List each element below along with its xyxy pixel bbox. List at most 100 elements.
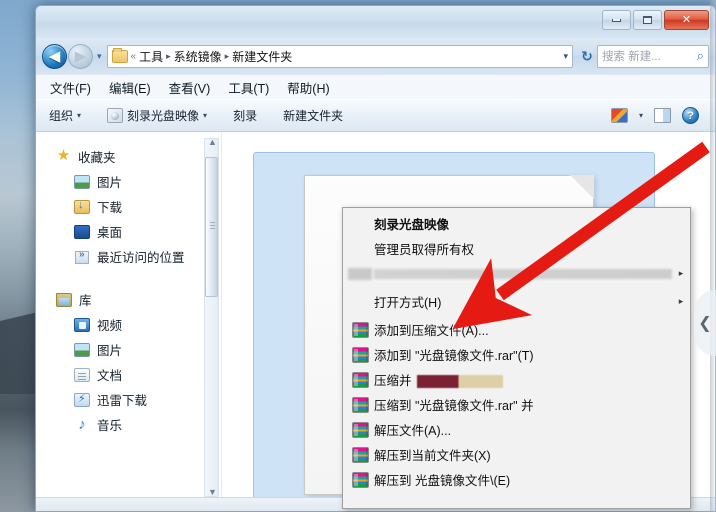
winrar-icon (351, 321, 369, 338)
menu-item-label (374, 268, 672, 279)
change-view-icon[interactable] (610, 108, 628, 123)
menu-item-icon (346, 371, 374, 388)
scroll-up-icon[interactable]: ▲ (207, 138, 218, 147)
chevron-down-icon[interactable]: ▾ (639, 111, 643, 120)
menu-item-edit[interactable]: 编辑(E) (109, 78, 151, 97)
video-icon (74, 317, 90, 332)
page-prev-overlay-button[interactable]: ❮ (694, 290, 716, 356)
menu-item-file[interactable]: 文件(F) (50, 78, 91, 97)
menu-bar: 文件(F) 编辑(E) 查看(V) 工具(T) 帮助(H) (36, 74, 715, 99)
address-row: ◀ ▶ ▾ « 工具 ▸ 系统镜像 ▸ 新建文件夹 ▾ ↻ 搜索 新建... ⌕ (36, 38, 715, 74)
submenu-arrow-icon: ▸ (678, 268, 684, 278)
menu-item-take-ownership[interactable]: 管理员取得所有权 (343, 236, 690, 261)
minimize-icon (612, 18, 621, 22)
sidebar-label-libraries: 库 (79, 294, 92, 308)
breadcrumb-item-2[interactable]: 新建文件夹 (232, 48, 292, 65)
window-right-edge (710, 0, 716, 512)
organize-label: 组织 (49, 109, 74, 123)
menu-item-burn-disc-image[interactable]: 刻录光盘映像 (343, 211, 690, 236)
breadcrumb-item-0[interactable]: 工具 (139, 48, 163, 65)
sidebar-label: 文档 (97, 369, 123, 383)
menu-item-extract-files[interactable]: 解压文件(A)... (343, 417, 690, 442)
sidebar-label: 桌面 (97, 226, 123, 240)
context-menu[interactable]: 刻录光盘映像 管理员取得所有权 ▸ 打开方式(H) ▸ 添加到压缩文件(A)..… (342, 207, 691, 509)
maximize-button[interactable] (633, 10, 662, 30)
thunder-download-icon (74, 392, 90, 407)
menu-item-extract-here[interactable]: 解压到当前文件夹(X) (343, 442, 690, 467)
address-bar[interactable]: « 工具 ▸ 系统镜像 ▸ 新建文件夹 ▾ (106, 44, 573, 68)
search-input[interactable]: 搜索 新建... (602, 48, 661, 64)
sidebar-label: 音乐 (97, 419, 123, 433)
menu-item-label: 解压文件(A)... (374, 424, 452, 438)
sidebar-item-libraries[interactable]: 库 (36, 287, 221, 312)
winrar-icon (351, 446, 369, 463)
burn-disc-image-label: 刻录光盘映像 (127, 109, 200, 123)
desktop-icon (74, 224, 90, 239)
sidebar-label: 最近访问的位置 (97, 251, 185, 265)
sidebar-item-favorites[interactable]: ★ 收藏夹 (36, 144, 221, 169)
menu-item-tools[interactable]: 工具(T) (228, 78, 269, 97)
winrar-icon (351, 471, 369, 488)
title-bar: ✕ (36, 6, 715, 38)
menu-item-icon (346, 396, 374, 413)
sidebar-item-desktop[interactable]: 桌面 (36, 219, 221, 244)
menu-item-view[interactable]: 查看(V) (169, 78, 211, 97)
favorites-group: ★ 收藏夹 图片 下载 桌面 最近访问的位置 (36, 144, 221, 269)
submenu-arrow-icon: ▸ (678, 296, 684, 306)
libraries-group: 库 视频 图片 文档 迅雷下载 (36, 287, 221, 437)
sidebar-item-recent-places[interactable]: 最近访问的位置 (36, 244, 221, 269)
preview-pane-icon[interactable] (654, 108, 671, 123)
back-button[interactable]: ◀ (42, 43, 67, 69)
new-folder-button[interactable]: 新建文件夹 (278, 104, 348, 127)
sidebar-item-downloads[interactable]: 下载 (36, 194, 221, 219)
menu-item-label: 打开方式(H) (374, 296, 442, 310)
organize-button[interactable]: 组织 ▾ (44, 104, 86, 127)
menu-item-add-to-archive[interactable]: 添加到压缩文件(A)... (343, 317, 690, 342)
menu-item-label: 刻录光盘映像 (374, 218, 450, 232)
menu-item-label: 管理员取得所有权 (374, 243, 475, 257)
sidebar-scrollbar[interactable]: ▲ ▼ (204, 138, 219, 497)
help-icon[interactable]: ? (682, 107, 699, 124)
sidebar-item-music[interactable]: ♪ 音乐 (36, 412, 221, 437)
sidebar-item-pictures-lib[interactable]: 图片 (36, 337, 221, 362)
library-icon (56, 292, 72, 307)
refresh-button[interactable]: ↻ (577, 45, 597, 67)
menu-item-compress-named-and-email[interactable]: 压缩到 "光盘镜像文件.rar" 并 (343, 392, 690, 417)
forward-arrow-icon: ▶ (74, 48, 87, 65)
window-controls: ✕ (602, 10, 709, 30)
burn-disc-image-button[interactable]: 刻录光盘映像 ▾ (102, 104, 212, 127)
menu-item-icon (346, 346, 374, 363)
sidebar-item-thunder-download[interactable]: 迅雷下载 (36, 387, 221, 412)
search-box[interactable]: 搜索 新建... ⌕ (597, 44, 709, 68)
sidebar-label: 图片 (97, 176, 123, 190)
winrar-icon (351, 421, 369, 438)
menu-item-open-with[interactable]: 打开方式(H) ▸ (343, 286, 690, 317)
sidebar-label-favorites: 收藏夹 (78, 151, 116, 165)
sidebar-label: 视频 (97, 319, 123, 333)
recent-pages-button[interactable]: ▾ (97, 51, 102, 62)
menu-item-help[interactable]: 帮助(H) (287, 78, 329, 97)
menu-item-icon (346, 421, 374, 438)
chevron-down-icon: ▾ (203, 111, 208, 120)
close-button[interactable]: ✕ (664, 10, 709, 30)
forward-button[interactable]: ▶ (68, 43, 93, 69)
scroll-down-icon[interactable]: ▼ (207, 488, 218, 497)
menu-item-add-to-named-rar[interactable]: 添加到 "光盘镜像文件.rar"(T) (343, 342, 690, 367)
minimize-button[interactable] (602, 10, 631, 30)
burn-button[interactable]: 刻录 (228, 104, 262, 127)
navigation-pane: ★ 收藏夹 图片 下载 桌面 最近访问的位置 (36, 132, 222, 511)
sidebar-item-videos[interactable]: 视频 (36, 312, 221, 337)
menu-item-label: 添加到 "光盘镜像文件.rar"(T) (374, 349, 534, 363)
menu-item-blurred[interactable]: ▸ (343, 261, 690, 286)
download-icon (74, 199, 90, 214)
chevron-down-icon: ▾ (97, 50, 102, 61)
address-dropdown-icon[interactable]: ▾ (557, 51, 568, 62)
menu-item-extract-to-folder[interactable]: 解压到 光盘镜像文件\(E) (343, 467, 690, 492)
path-overflow-icon: « (130, 50, 137, 62)
sidebar-item-pictures[interactable]: 图片 (36, 169, 221, 194)
sidebar-item-documents[interactable]: 文档 (36, 362, 221, 387)
menu-item-compress-and-email[interactable]: 压缩并 (343, 367, 690, 392)
scrollbar-thumb[interactable] (205, 157, 218, 297)
maximize-icon (643, 16, 652, 24)
breadcrumb-item-1[interactable]: 系统镜像 (174, 48, 222, 65)
